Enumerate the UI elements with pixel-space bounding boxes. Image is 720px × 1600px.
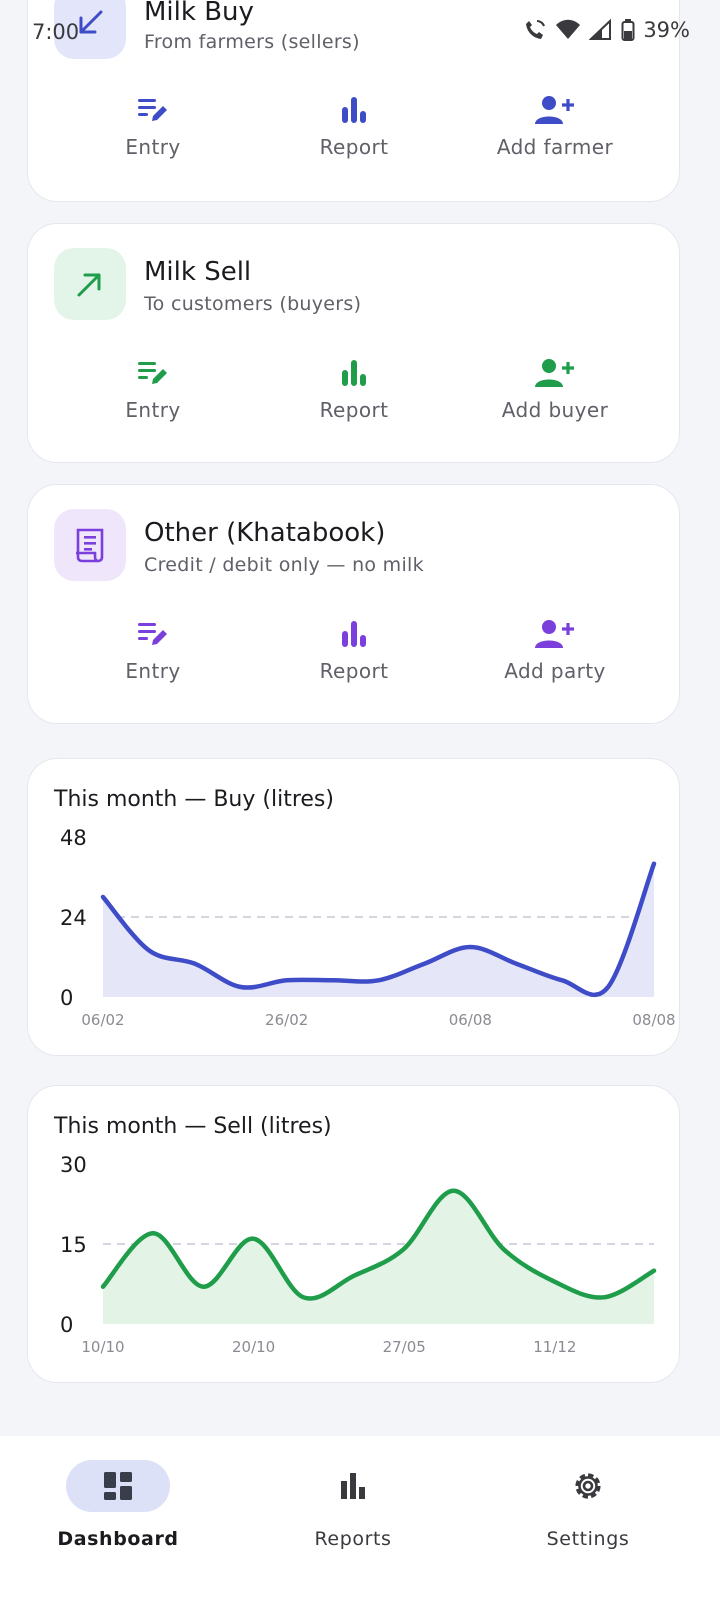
wifi-icon bbox=[556, 19, 581, 39]
khatabook-title: Other (Khatabook) bbox=[144, 518, 386, 548]
status-time: 7:00 bbox=[32, 20, 80, 44]
add-party-label: Add party bbox=[504, 659, 606, 683]
add-buyer-label: Add buyer bbox=[501, 398, 609, 422]
bottom-navigation: Dashboard Reports Settings bbox=[0, 1436, 720, 1600]
gear-icon bbox=[575, 1473, 601, 1499]
nav-settings-indicator bbox=[536, 1460, 640, 1512]
khatabook-subtitle: Credit / debit only — no milk bbox=[144, 554, 424, 576]
buy-xtick-label: 06/02 bbox=[81, 1011, 124, 1029]
add-buyer-button[interactable]: Add buyer bbox=[455, 358, 655, 438]
buy-chart-card: This month — Buy (litres) 48 24 0 06/02 26/0… bbox=[27, 758, 680, 1056]
nav-settings-label: Settings bbox=[546, 1528, 630, 1550]
person-add-icon bbox=[535, 96, 574, 124]
milk-sell-icon-box bbox=[54, 248, 126, 320]
nav-settings[interactable]: Settings bbox=[488, 1460, 688, 1560]
milk-sell-title: Milk Sell bbox=[144, 257, 252, 287]
milk-sell-entry-button[interactable]: Entry bbox=[53, 358, 253, 438]
edit-list-icon bbox=[138, 99, 167, 121]
sell-xtick-label: 11/12 bbox=[533, 1338, 576, 1356]
khatabook-report-button[interactable]: Report bbox=[254, 619, 454, 699]
sell-ytick-label: 30 bbox=[60, 1153, 87, 1177]
nav-dashboard-label: Dashboard bbox=[57, 1528, 179, 1550]
milk-sell-entry-label: Entry bbox=[125, 398, 181, 422]
battery-icon bbox=[621, 19, 635, 41]
milk-buy-entry-label: Entry bbox=[125, 135, 181, 159]
status-icons: 39% bbox=[523, 18, 690, 42]
buy-ytick-label: 24 bbox=[60, 906, 87, 930]
buy-ytick-label: 48 bbox=[60, 826, 87, 850]
buy-area bbox=[103, 863, 654, 997]
bar-chart-icon bbox=[342, 621, 366, 647]
receipt-icon bbox=[76, 528, 104, 563]
sell-ytick-label: 0 bbox=[60, 1313, 73, 1337]
khatabook-report-label: Report bbox=[319, 659, 389, 683]
bar-chart-icon bbox=[342, 360, 366, 386]
nav-reports-indicator bbox=[301, 1460, 405, 1512]
buy-xtick-label: 26/02 bbox=[265, 1011, 308, 1029]
sell-xtick-label: 10/10 bbox=[81, 1338, 124, 1356]
buy-chart: 48 24 0 06/02 26/02 06/08 08/08 bbox=[60, 826, 676, 1029]
person-add-icon bbox=[535, 359, 574, 387]
sell-xtick-label: 20/10 bbox=[232, 1338, 275, 1356]
sell-xtick-label: 27/05 bbox=[383, 1338, 426, 1356]
buy-ytick-label: 0 bbox=[60, 986, 73, 1010]
nav-reports-label: Reports bbox=[314, 1528, 392, 1550]
battery-percent: 39% bbox=[643, 18, 690, 42]
buy-xtick-label: 06/08 bbox=[449, 1011, 492, 1029]
milk-sell-report-button[interactable]: Report bbox=[254, 358, 454, 438]
dashboard-icon bbox=[104, 1472, 132, 1500]
milk-buy-report-button[interactable]: Report bbox=[254, 95, 454, 175]
add-farmer-label: Add farmer bbox=[496, 135, 614, 159]
person-add-icon bbox=[535, 620, 574, 648]
bar-chart-icon bbox=[342, 97, 366, 123]
milk-buy-entry-button[interactable]: Entry bbox=[53, 95, 253, 175]
khatabook-icon-box bbox=[54, 509, 126, 581]
edit-list-icon bbox=[138, 623, 167, 645]
nav-dashboard[interactable]: Dashboard bbox=[18, 1460, 218, 1560]
bar-chart-icon bbox=[341, 1473, 365, 1499]
edit-list-icon bbox=[138, 362, 167, 384]
milk-sell-subtitle: To customers (buyers) bbox=[144, 293, 362, 315]
khatabook-card: Other (Khatabook) Credit / debit only — … bbox=[27, 484, 680, 724]
sell-chart: 30 15 0 10/10 20/10 27/05 11/12 bbox=[60, 1153, 657, 1356]
khatabook-entry-button[interactable]: Entry bbox=[53, 619, 253, 699]
milk-sell-card: Milk Sell To customers (buyers) Entry Re… bbox=[27, 223, 680, 463]
add-party-button[interactable]: Add party bbox=[455, 619, 655, 699]
sell-area bbox=[103, 1190, 654, 1324]
arrow-up-right-icon bbox=[77, 273, 101, 297]
buy-xtick-label: 08/08 bbox=[632, 1011, 675, 1029]
milk-sell-report-label: Report bbox=[319, 398, 389, 422]
signal-icon bbox=[589, 18, 612, 40]
sell-chart-card: This month — Sell (litres) 30 15 0 10/10 20/… bbox=[27, 1085, 680, 1383]
status-bar: 7:00 39% bbox=[0, 14, 720, 50]
sell-ytick-label: 15 bbox=[60, 1233, 87, 1257]
nav-dashboard-indicator bbox=[66, 1460, 170, 1512]
wifi-call-icon bbox=[526, 20, 546, 39]
nav-reports[interactable]: Reports bbox=[253, 1460, 453, 1560]
khatabook-entry-label: Entry bbox=[125, 659, 181, 683]
milk-buy-report-label: Report bbox=[319, 135, 389, 159]
add-farmer-button[interactable]: Add farmer bbox=[455, 95, 655, 175]
